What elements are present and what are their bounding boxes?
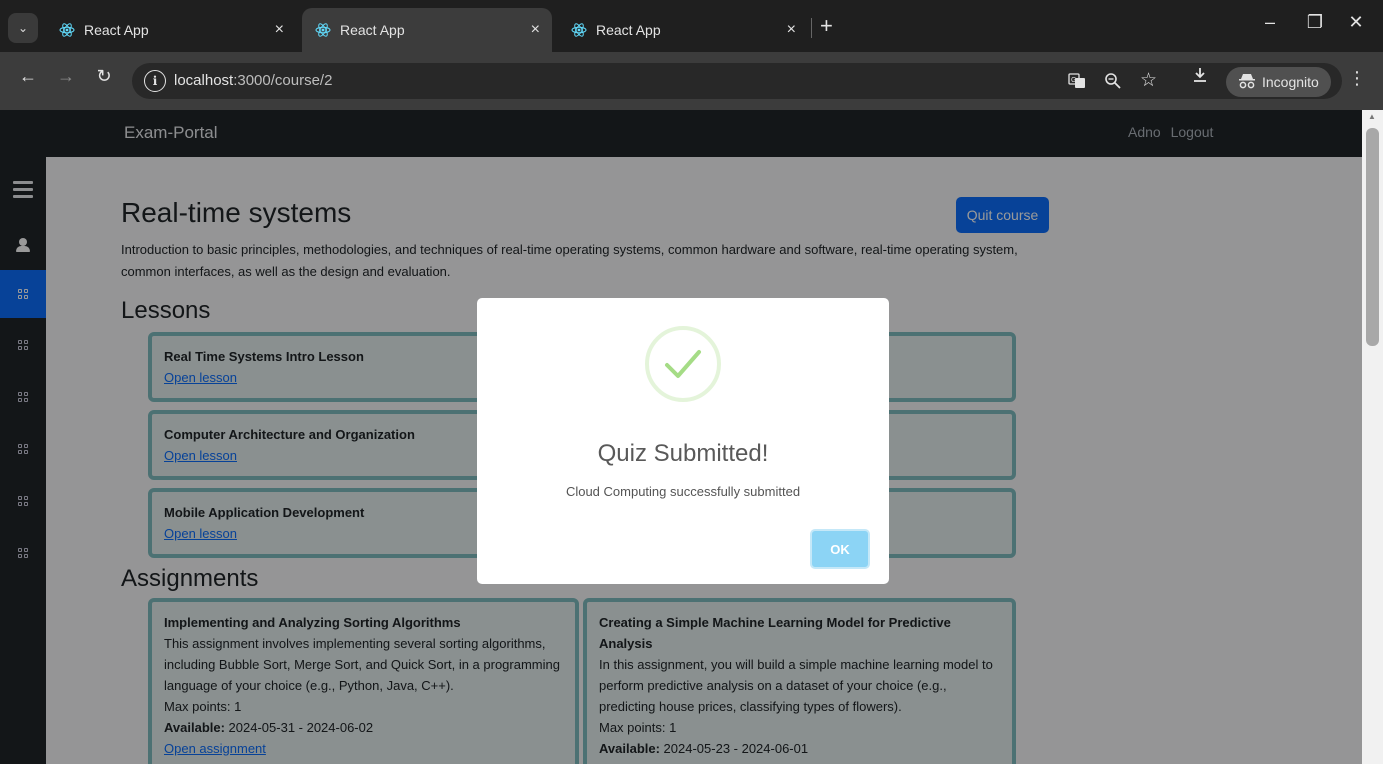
dialog-message: Cloud Computing successfully submitted	[565, 484, 801, 499]
tab-close-icon[interactable]: ×	[787, 21, 796, 39]
incognito-indicator[interactable]: Incognito	[1226, 67, 1331, 97]
url-text[interactable]: localhost:3000/course/2	[174, 72, 332, 89]
svg-text:G: G	[1071, 77, 1076, 84]
react-logo-icon	[58, 21, 76, 39]
address-bar[interactable]: i localhost:3000/course/2 G ☆	[132, 63, 1342, 99]
tab-separator	[811, 18, 812, 38]
browser-tab-2-active[interactable]: React App ×	[302, 8, 552, 52]
page-viewport: Exam-Portal Adno Logout Real-time system…	[0, 110, 1362, 764]
browser-tab-1[interactable]: React App ×	[46, 8, 296, 52]
success-dialog: Quiz Submitted! Cloud Computing successf…	[477, 298, 889, 584]
tab-close-icon[interactable]: ×	[531, 21, 540, 39]
translate-icon[interactable]: G	[1068, 72, 1086, 95]
scroll-thumb[interactable]	[1366, 128, 1379, 346]
incognito-label: Incognito	[1262, 74, 1319, 90]
download-icon[interactable]	[1186, 66, 1214, 89]
react-logo-icon	[570, 21, 588, 39]
tab-title: React App	[340, 22, 405, 38]
restore-button[interactable]: ❐	[1300, 12, 1330, 33]
bookmark-star-icon[interactable]: ☆	[1140, 69, 1157, 92]
forward-arrow-icon[interactable]: →	[52, 66, 80, 87]
minimize-button[interactable]: –	[1255, 12, 1285, 33]
incognito-icon	[1238, 73, 1256, 92]
tab-title: React App	[596, 22, 661, 38]
tab-close-icon[interactable]: ×	[275, 21, 284, 39]
page-scrollbar[interactable]: ▲	[1362, 110, 1383, 764]
dialog-title: Quiz Submitted!	[597, 440, 769, 467]
scroll-up-arrow-icon[interactable]: ▲	[1368, 112, 1376, 121]
ok-button[interactable]: OK	[810, 529, 870, 569]
url-host: localhost	[174, 72, 234, 89]
new-tab-button[interactable]: +	[820, 14, 833, 38]
tab-search-button[interactable]: ⌄	[8, 13, 38, 43]
site-info-icon[interactable]: i	[144, 70, 166, 92]
browser-tab-strip: ⌄ React App × React App × React App × + …	[0, 0, 1383, 52]
back-arrow-icon[interactable]: ←	[14, 66, 42, 87]
more-menu-icon[interactable]: ⋮	[1348, 68, 1366, 89]
success-check-icon	[645, 326, 721, 402]
react-logo-icon	[314, 21, 332, 39]
reload-icon[interactable]: ↻	[90, 66, 118, 87]
zoom-icon[interactable]	[1104, 72, 1122, 95]
close-window-button[interactable]: ✕	[1341, 12, 1371, 33]
url-path: :3000/course/2	[233, 72, 333, 89]
browser-toolbar: ← → ↻ i localhost:3000/course/2 G ☆ Inco…	[0, 52, 1383, 110]
tab-title: React App	[84, 22, 149, 38]
chevron-down-icon: ⌄	[17, 21, 29, 35]
browser-tab-3[interactable]: React App ×	[558, 8, 808, 52]
